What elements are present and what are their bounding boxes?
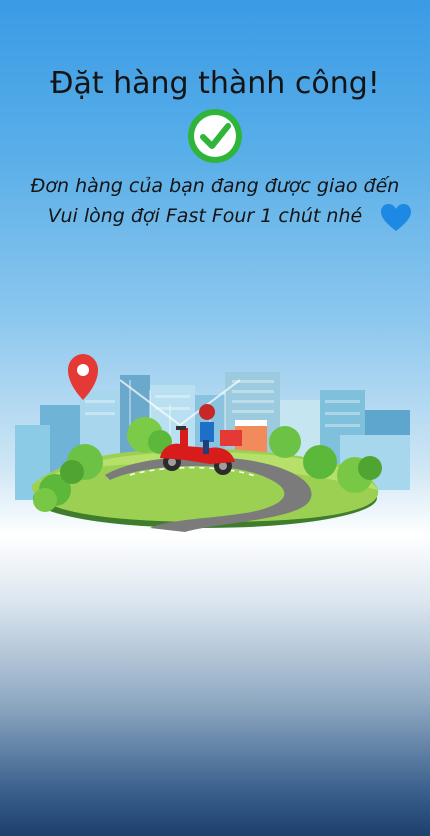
heart-icon <box>381 204 411 231</box>
delivery-message: Đơn hàng của bạn đang được giao đến <box>30 175 400 197</box>
wait-message: Vui lòng đợi Fast Four 1 chút nhé <box>47 205 363 227</box>
page-title: Đặt hàng thành công! <box>50 66 380 101</box>
delivery-illustration <box>15 354 410 532</box>
check-circle-icon <box>188 109 242 163</box>
